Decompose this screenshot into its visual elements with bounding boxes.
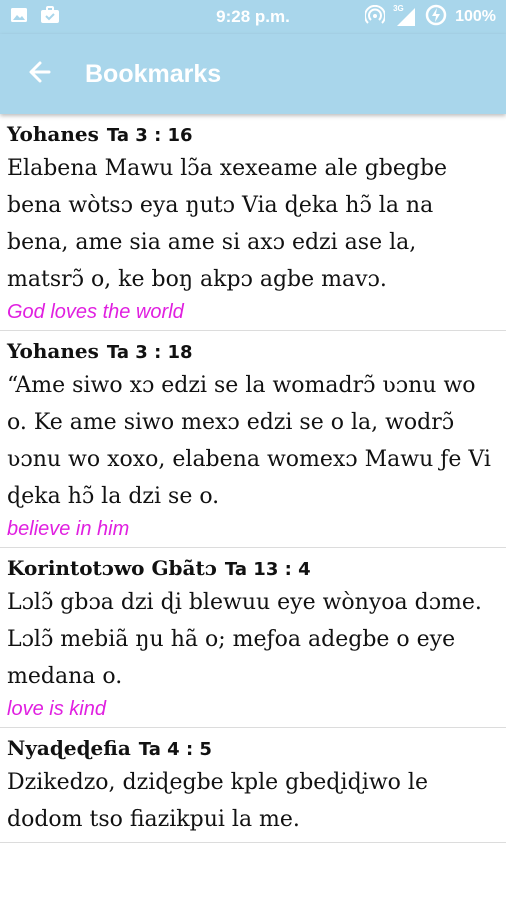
bookmark-note: God loves the world bbox=[7, 301, 184, 323]
verse-text: Dzikedzo, dziɖegbe kple gbeɖiɖiwo le dod… bbox=[7, 770, 428, 832]
chapter-verse: Ta 13 : 4 bbox=[224, 559, 311, 580]
bookmark-item[interactable]: Yohanes Ta 3 : 18 “Ame siwo xɔ edzi se la… bbox=[0, 331, 506, 548]
bookmark-note: believe in him bbox=[7, 518, 130, 540]
verse-reference: Nyaɖeɖefia Ta 4 : 5 bbox=[7, 734, 498, 764]
verse-reference: Yohanes Ta 3 : 16 bbox=[7, 120, 498, 150]
chapter-verse: Ta 3 : 16 bbox=[106, 125, 193, 146]
verse-text: Lɔlɔ̃ gbɔa dzi ɖi blewuu eye wònyoa dɔme… bbox=[7, 590, 482, 689]
signal-icon: 3G bbox=[393, 4, 417, 28]
verse-text: “Ame siwo xɔ edzi se la womadrɔ̃ ʋɔnu wo… bbox=[7, 373, 491, 509]
chapter-verse: Ta 3 : 18 bbox=[106, 342, 193, 363]
arrow-left-icon bbox=[27, 59, 53, 90]
bookmark-list: Yohanes Ta 3 : 16 Elabena Mawu lɔ̃a xexea… bbox=[0, 114, 506, 843]
bookmark-note: love is kind bbox=[7, 698, 106, 720]
back-button[interactable] bbox=[10, 34, 70, 114]
verse-reference: Korintotɔwo Gbãtɔ Ta 13 : 4 bbox=[7, 554, 498, 584]
bookmark-item[interactable]: Nyaɖeɖefia Ta 4 : 5 Dzikedzo, dziɖegbe kp… bbox=[0, 728, 506, 843]
verse-reference: Yohanes Ta 3 : 18 bbox=[7, 337, 498, 367]
status-time: 9:28 p.m. bbox=[216, 7, 290, 26]
page-title: Bookmarks bbox=[85, 59, 222, 88]
book-name: Yohanes bbox=[7, 122, 99, 146]
chapter-verse: Ta 4 : 5 bbox=[138, 739, 212, 760]
app-bar: Bookmarks bbox=[0, 34, 506, 114]
book-name: Nyaɖeɖefia bbox=[7, 736, 131, 760]
bookmark-item[interactable]: Korintotɔwo Gbãtɔ Ta 13 : 4 Lɔlɔ̃ gbɔa dz… bbox=[0, 548, 506, 728]
status-bar: 9:28 p.m. 3G 100% bbox=[0, 0, 506, 34]
book-name: Yohanes bbox=[7, 339, 99, 363]
verse-text: Elabena Mawu lɔ̃a xexeame ale gbegbe ben… bbox=[7, 156, 448, 292]
book-name: Korintotɔwo Gbãtɔ bbox=[7, 556, 217, 580]
bookmark-item[interactable]: Yohanes Ta 3 : 16 Elabena Mawu lɔ̃a xexea… bbox=[0, 114, 506, 331]
